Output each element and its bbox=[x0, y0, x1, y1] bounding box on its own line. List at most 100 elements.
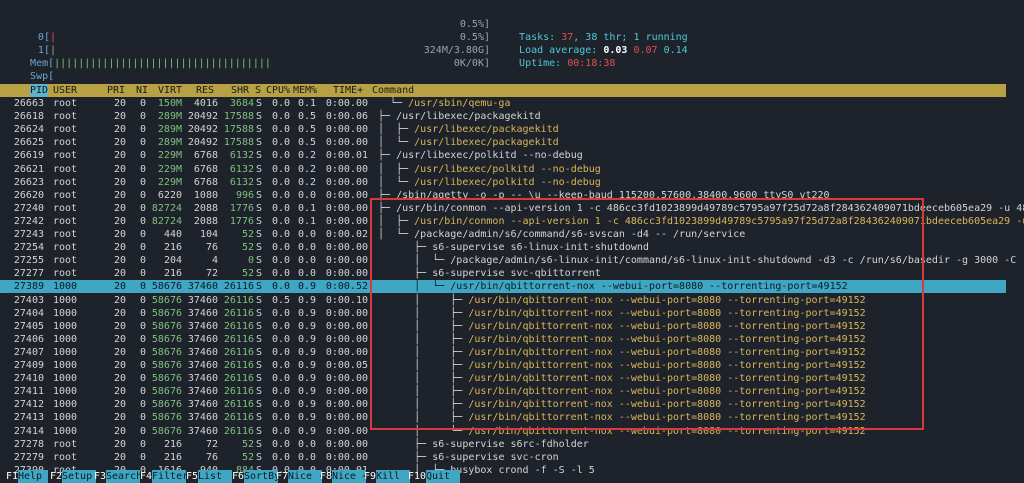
column-command[interactable]: Command bbox=[372, 84, 414, 97]
fkey-label-quit[interactable]: Quit bbox=[426, 470, 460, 483]
fkey-f6[interactable]: F6 bbox=[232, 470, 244, 483]
process-row[interactable]: 26624 root 20 0 289M 20492 17588 S 0.0 0.5 0:00.00… bbox=[0, 123, 1006, 136]
column-pri[interactable]: PRI bbox=[107, 84, 125, 97]
column-virt[interactable]: VIRT bbox=[158, 84, 182, 97]
cell-command: │ ├─ /usr/libexec/packagekitd bbox=[372, 124, 559, 136]
cell-shr: 996 bbox=[235, 189, 254, 201]
cell-s: S bbox=[256, 215, 263, 227]
process-row[interactable]: 27279 root 20 0 216 76 52 S 0.0 0.0 0:00.00 ├─ s6-… bbox=[0, 451, 1006, 464]
fkey-f1[interactable]: F1 bbox=[6, 470, 18, 483]
cell-shr: 52 bbox=[241, 268, 254, 280]
cell-s: S bbox=[256, 163, 263, 175]
cell-res: 37460 bbox=[187, 307, 218, 319]
cell-res: 37460 bbox=[187, 399, 218, 411]
cell-virt: 58676 bbox=[151, 346, 182, 358]
fkey-label-setup[interactable]: Setup bbox=[62, 470, 96, 483]
cell-res: 20492 bbox=[187, 124, 218, 136]
cell-ni: 0 bbox=[139, 346, 146, 358]
fkey-label-list[interactable]: List bbox=[198, 470, 232, 483]
cell-s: S bbox=[256, 98, 263, 109]
cell-res: 37460 bbox=[187, 386, 218, 398]
cell-mem: 0.0 bbox=[297, 255, 316, 267]
cell-ni: 0 bbox=[139, 281, 146, 293]
fkey-label-kill[interactable]: Kill bbox=[376, 470, 410, 483]
process-row[interactable]: 26625 root 20 0 289M 20492 17588 S 0.0 0.5 0:00.00… bbox=[0, 136, 1006, 149]
cell-user: root bbox=[53, 215, 78, 227]
cell-s: S bbox=[256, 111, 263, 123]
fkey-label-nice-[interactable]: Nice - bbox=[288, 470, 324, 483]
fkey-f10[interactable]: F10 bbox=[408, 470, 426, 483]
fkey-f7[interactable]: F7 bbox=[276, 470, 288, 483]
cell-time: 0:00.00 bbox=[325, 333, 368, 345]
cell-mem: 0.0 bbox=[297, 451, 316, 463]
cell-mem: 0.0 bbox=[297, 229, 316, 240]
cell-s: S bbox=[256, 176, 263, 188]
cell-pri: 20 bbox=[113, 242, 126, 254]
cell-user: 1000 bbox=[53, 333, 78, 345]
fkey-f8[interactable]: F8 bbox=[320, 470, 332, 483]
cell-pid: 27407 bbox=[13, 346, 44, 358]
cell-virt: 82724 bbox=[151, 215, 182, 227]
cell-virt: 440 bbox=[163, 229, 182, 240]
cell-pri: 20 bbox=[113, 281, 126, 293]
fkey-f3[interactable]: F3 bbox=[94, 470, 106, 483]
cell-shr: 1776 bbox=[229, 202, 254, 214]
cell-time: 0:00.00 bbox=[325, 346, 368, 358]
cell-shr: 6132 bbox=[229, 150, 254, 162]
cell-virt: 216 bbox=[163, 242, 182, 254]
process-row[interactable]: 26618 root 20 0 289M 20492 17588 S 0.0 0.5 0:00.06… bbox=[0, 110, 1006, 123]
process-row[interactable]: 27278 root 20 0 216 72 52 S 0.0 0.0 0:00.00 ├─ s6-… bbox=[0, 438, 1006, 451]
column-shr[interactable]: SHR bbox=[231, 84, 249, 97]
cell-command: ├─ s6-supervise svc-cron bbox=[372, 451, 559, 463]
cell-res: 20492 bbox=[187, 111, 218, 123]
cell-pid: 27405 bbox=[13, 320, 44, 332]
column-mem[interactable]: MEM% bbox=[293, 84, 317, 97]
process-row[interactable]: 26663 root 20 0 150M 4016 3684 S 0.0 0.1 0:00.00 └… bbox=[0, 97, 1006, 110]
column-s[interactable]: S bbox=[255, 84, 261, 97]
cell-ni: 0 bbox=[139, 333, 146, 345]
cell-command: ├─ /usr/libexec/polkitd --no-debug bbox=[372, 150, 583, 162]
cell-time: 0:00.00 bbox=[325, 189, 368, 201]
cell-pid: 26621 bbox=[13, 163, 44, 175]
cell-s: S bbox=[256, 360, 263, 371]
cell-cpu: 0.0 bbox=[271, 202, 290, 214]
fkey-f4[interactable]: F4 bbox=[140, 470, 152, 483]
cell-res: 37460 bbox=[187, 294, 218, 306]
process-row[interactable]: 26619 root 20 0 229M 6768 6132 S 0.0 0.2 0:00.01 ├… bbox=[0, 149, 1006, 162]
cell-cpu: 0.0 bbox=[271, 386, 290, 398]
column-ni[interactable]: NI bbox=[136, 84, 148, 97]
cell-s: S bbox=[256, 281, 263, 293]
cell-res: 37460 bbox=[187, 320, 218, 332]
fkey-label-search[interactable]: Search bbox=[106, 470, 142, 483]
fkey-label-help[interactable]: Help bbox=[18, 470, 48, 483]
process-row[interactable]: 26621 root 20 0 229M 6768 6132 S 0.0 0.2 0:00.00 │… bbox=[0, 163, 1006, 176]
cell-pri: 20 bbox=[113, 425, 126, 437]
process-row[interactable]: 26623 root 20 0 229M 6768 6132 S 0.0 0.2 0:00.00 │… bbox=[0, 176, 1006, 189]
fkey-f9[interactable]: F9 bbox=[364, 470, 376, 483]
column-user[interactable]: USER bbox=[53, 84, 77, 97]
cell-pid: 26625 bbox=[13, 137, 44, 149]
cell-virt: 6220 bbox=[157, 189, 182, 201]
cell-user: root bbox=[53, 229, 78, 240]
column-res[interactable]: RES bbox=[196, 84, 214, 97]
cell-shr: 26116 bbox=[223, 346, 254, 358]
cell-pri: 20 bbox=[113, 399, 126, 411]
cell-virt: 289M bbox=[157, 111, 182, 123]
fkey-label-sortby[interactable]: SortBy bbox=[244, 470, 280, 483]
fkey-f5[interactable]: F5 bbox=[186, 470, 198, 483]
cell-mem: 0.1 bbox=[297, 215, 316, 227]
cell-user: 1000 bbox=[53, 281, 78, 293]
column-time[interactable]: TIME+ bbox=[333, 84, 363, 97]
column-pid[interactable]: PID bbox=[30, 84, 49, 97]
fkey-label-nice-[interactable]: Nice + bbox=[332, 470, 368, 483]
fkey-f2[interactable]: F2 bbox=[50, 470, 62, 483]
cell-ni: 0 bbox=[139, 202, 146, 214]
fkey-label-filter[interactable]: Filter bbox=[152, 470, 188, 483]
cell-shr: 26116 bbox=[223, 360, 254, 371]
cell-time: 0:00.00 bbox=[325, 451, 368, 463]
column-cpu[interactable]: CPU% bbox=[266, 84, 290, 97]
cell-time: 0:00.00 bbox=[325, 438, 368, 450]
function-key-bar: F1 Help F2 Setup F3 Search F4 Filter F5 List F6 Sor… bbox=[0, 470, 1024, 483]
cell-s: S bbox=[256, 255, 263, 267]
cell-time: 0:00.00 bbox=[325, 98, 368, 109]
